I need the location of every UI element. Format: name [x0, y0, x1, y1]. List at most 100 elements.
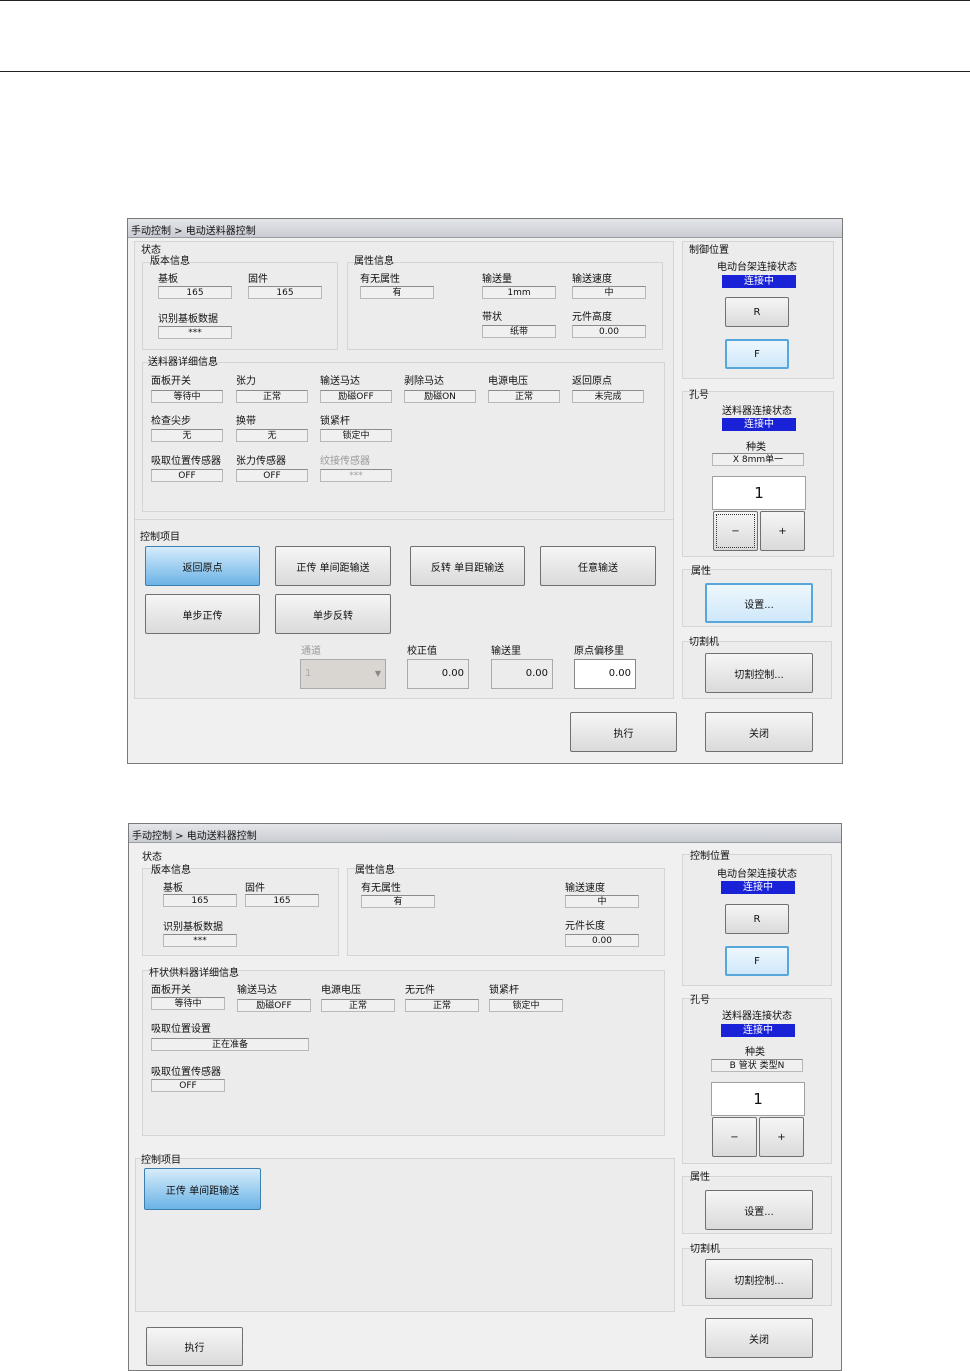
feed-speed-label: 输送速度 — [572, 274, 612, 285]
detail-label: 换带 — [236, 416, 256, 427]
detail-value: 正常 — [321, 999, 395, 1012]
detail-value: 锁定中 — [320, 429, 392, 442]
component-length-value: 0.00 — [565, 934, 639, 947]
cutter-title: 切割机 — [690, 1244, 720, 1255]
channel-select[interactable]: 1 ▼ — [300, 659, 386, 689]
f-position-button[interactable]: F — [725, 339, 789, 369]
type-label: 种类 — [745, 1047, 765, 1058]
forward-single-pitch-button[interactable]: 正传 单间距输送 — [275, 546, 391, 586]
detail-value: 无 — [151, 429, 223, 442]
cutter-control-button[interactable]: 切割控制... — [705, 1259, 813, 1299]
board-label: 基板 — [158, 274, 178, 285]
feed-speed-value: 中 — [565, 895, 639, 908]
cutter-title: 切割机 — [689, 637, 719, 648]
detail-value: 无 — [236, 429, 308, 442]
hole-number-display: 1 — [711, 1082, 805, 1116]
r-position-button[interactable]: R — [725, 904, 789, 934]
step-reverse-button[interactable]: 单步反转 — [275, 594, 391, 634]
version-info-title: 版本信息 — [151, 865, 191, 876]
feed-amount-input-label: 输送里 — [491, 646, 521, 657]
feeder-connection-label: 送料器连接状态 — [722, 406, 792, 417]
detail-value: 励磁ON — [404, 390, 476, 403]
increment-button[interactable]: + — [759, 1117, 804, 1157]
attribute-info-title: 属性信息 — [354, 256, 394, 267]
detail-label: 剥除马达 — [404, 376, 444, 387]
hole-number-group — [682, 998, 832, 1164]
board-value: 165 — [163, 894, 237, 907]
feeder-control-dialog-2: 手动控制 > 电动送料器控制 状态 版本信息 基板 165 固件 165 识别基… — [128, 823, 842, 1371]
firmware-label: 固件 — [245, 883, 265, 894]
correction-input[interactable]: 0.00 — [407, 659, 469, 689]
reverse-single-pitch-button[interactable]: 反转 单目距输送 — [410, 546, 525, 586]
window-title: 手动控制 > 电动送料器控制 — [132, 831, 257, 842]
feed-speed-label: 输送速度 — [565, 883, 605, 894]
detail-label: 电源电压 — [321, 985, 361, 996]
id-data-label: 识别基板数据 — [158, 314, 218, 325]
f-position-button[interactable]: F — [725, 946, 789, 976]
execute-button[interactable]: 执行 — [146, 1327, 243, 1366]
step-forward-button[interactable]: 单步正传 — [145, 594, 260, 634]
component-height-label: 元件高度 — [572, 312, 612, 323]
settings-button[interactable]: 设置... — [705, 1190, 813, 1230]
has-attr-value: 有 — [361, 895, 435, 908]
id-data-value: *** — [163, 934, 237, 947]
firmware-value: 165 — [248, 286, 322, 299]
decrement-button[interactable]: − — [712, 1117, 757, 1157]
feed-amount-label: 输送量 — [482, 274, 512, 285]
detail-value: OFF — [236, 469, 308, 482]
settings-button[interactable]: 设置... — [705, 583, 813, 623]
detail-value: 等待中 — [151, 390, 223, 403]
stage-connection-status: 连接中 — [722, 275, 796, 288]
control-items-title: 控制项目 — [141, 1155, 181, 1166]
decrement-button[interactable]: − — [713, 511, 758, 551]
arbitrary-feed-button[interactable]: 任意输送 — [540, 546, 656, 586]
origin-offset-input[interactable]: 0.00 — [574, 659, 636, 689]
detail-value: 励磁OFF — [237, 999, 311, 1012]
firmware-label: 固件 — [248, 274, 268, 285]
hole-number-title: 孔号 — [690, 995, 710, 1006]
detail-label: 返回原点 — [572, 376, 612, 387]
detail-value: OFF — [151, 469, 223, 482]
stick-feeder-detail-title: 杆状供料器详细信息 — [149, 968, 239, 979]
detail-label: 锁紧杆 — [320, 416, 350, 427]
hole-number-display: 1 — [712, 476, 806, 510]
detail-label: 纹接传感器 — [320, 456, 370, 467]
close-button[interactable]: 关闭 — [705, 1318, 813, 1358]
has-attr-label: 有无属性 — [360, 274, 400, 285]
feeder-connection-status: 连接中 — [721, 1024, 795, 1037]
channel-value: 1 — [305, 668, 312, 679]
pickup-setting-label: 吸取位置设置 — [151, 1024, 211, 1035]
feed-speed-value: 中 — [572, 286, 646, 299]
component-length-label: 元件长度 — [565, 921, 605, 932]
cutter-control-button[interactable]: 切割控制... — [705, 653, 813, 693]
firmware-value: 165 — [245, 894, 319, 907]
detail-value: 等待中 — [151, 997, 225, 1010]
r-position-button[interactable]: R — [725, 297, 789, 327]
detail-label: 电源电压 — [488, 376, 528, 387]
correction-label: 校正值 — [407, 646, 437, 657]
origin-offset-label: 原点偏移里 — [574, 646, 624, 657]
feeder-connection-label: 送料器连接状态 — [722, 1011, 792, 1022]
stage-connection-label: 电动台架连接状态 — [717, 262, 797, 273]
detail-value: 未完成 — [572, 390, 644, 403]
detail-label: 张力 — [236, 376, 256, 387]
forward-single-pitch-button[interactable]: 正传 单间距输送 — [144, 1168, 261, 1210]
id-data-label: 识别基板数据 — [163, 922, 223, 933]
has-attr-value: 有 — [360, 286, 434, 299]
control-items-title: 控制项目 — [140, 532, 180, 543]
detail-label: 锁紧杆 — [489, 985, 519, 996]
increment-button[interactable]: + — [760, 511, 805, 551]
return-home-button[interactable]: 返回原点 — [145, 546, 260, 586]
close-button[interactable]: 关闭 — [705, 712, 813, 752]
detail-label: 面板开关 — [151, 985, 191, 996]
execute-button[interactable]: 执行 — [570, 712, 677, 752]
stage-connection-status: 连接中 — [721, 881, 795, 894]
chevron-down-icon: ▼ — [374, 669, 381, 678]
feed-amount-input[interactable]: 0.00 — [491, 659, 553, 689]
title-bar: 手动控制 > 电动送料器控制 — [128, 219, 842, 238]
detail-label: 无元件 — [405, 985, 435, 996]
detail-label: 面板开关 — [151, 376, 191, 387]
channel-label: 通道 — [301, 646, 321, 657]
component-height-value: 0.00 — [572, 325, 646, 338]
pickup-sensor-value: OFF — [151, 1079, 225, 1092]
